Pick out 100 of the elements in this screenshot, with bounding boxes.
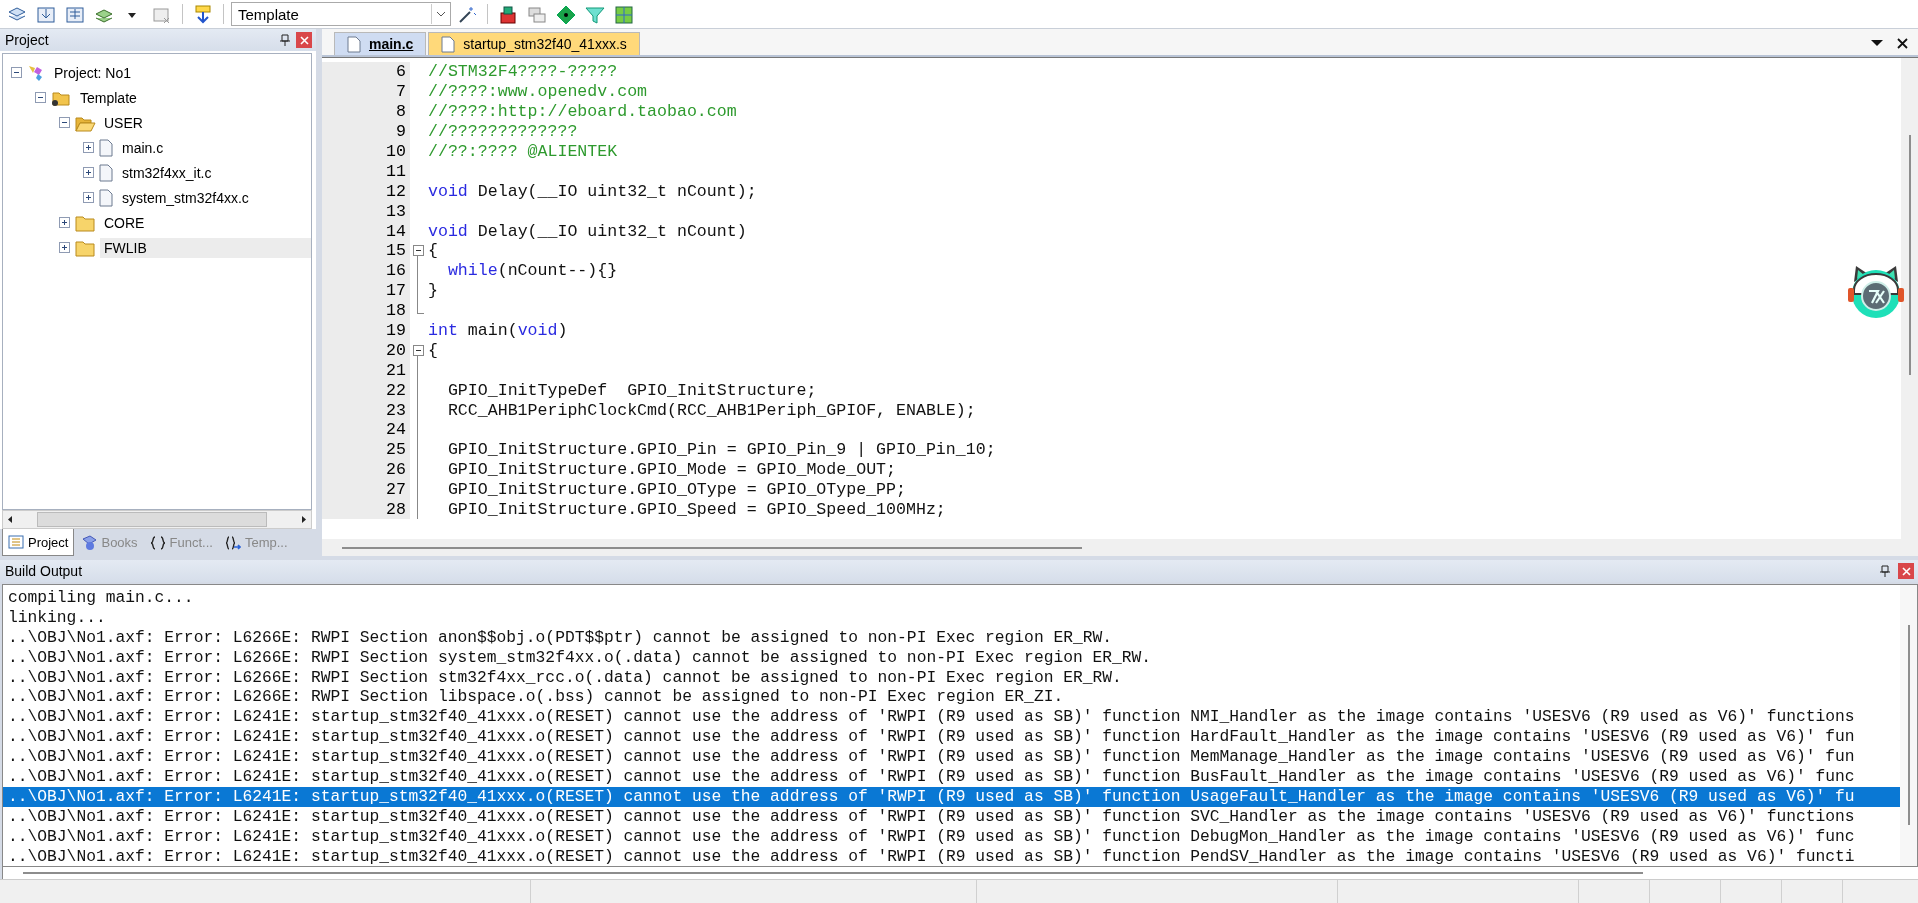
tree-item[interactable]: Project: No1 [50, 62, 138, 83]
line-number: 14 [386, 221, 406, 241]
line-number: 7 [396, 82, 406, 102]
code-line: RCC_AHB1PeriphClockCmd(RCC_AHB1Periph_GPIOF, ENABLE); [446, 400, 976, 420]
collapse-toggle[interactable] [35, 92, 46, 103]
line-number: 6 [396, 62, 406, 82]
folder-icon [74, 213, 96, 232]
code-line: void Delay(__IO uint32_t nCount) [427, 221, 747, 241]
code-line: GPIO_InitTypeDef GPIO_InitStructure; [446, 380, 817, 400]
tree-item[interactable]: stm32f4xx_it.c [118, 162, 218, 183]
code-line: { [427, 340, 438, 360]
line-number: 28 [386, 500, 406, 520]
output-line[interactable]: linking... [3, 607, 1900, 628]
scrollbar[interactable] [2, 867, 1918, 879]
line-number: 25 [386, 440, 406, 460]
pin-icon[interactable] [280, 34, 290, 46]
line-number: 15 [386, 241, 406, 261]
panel-title: Build Output [5, 563, 84, 579]
pin-icon[interactable] [1880, 565, 1890, 577]
line-number: 22 [386, 380, 406, 400]
output-line[interactable]: ..\OBJ\No1.axf: Error: L6266E: RWPI Section stm32f4xx_rcc.o(.data) cannot be assigned to non-PI Exec region ER_RW. [3, 667, 1900, 688]
line-number: 16 [386, 261, 406, 281]
collapse-toggle[interactable] [59, 117, 70, 128]
code-line: GPIO_InitStructure.GPIO_Mode = GPIO_Mode_OUT; [446, 460, 896, 480]
output-line[interactable]: ..\OBJ\No1.axf: Error: L6241E: startup_stm32f40_41xxx.o(RESET) cannot use the address of 'RWPI (R9 used as SB)' function NMI_Handler as the image contains 'USESV6 (R9 used as V6)' functions [3, 707, 1900, 728]
book-icon [81, 534, 98, 551]
scrollbar[interactable] [1901, 58, 1918, 539]
code-line: GPIO_InitStructure.GPIO_OType = GPIO_OType_PP; [446, 480, 906, 500]
scrollbar[interactable] [2, 510, 312, 529]
expand-toggle[interactable] [59, 242, 70, 253]
line-number: 10 [386, 142, 406, 161]
tree-item[interactable]: Template [76, 87, 143, 108]
tree-item[interactable]: FWLIB [100, 237, 311, 258]
line-number: 8 [396, 102, 406, 122]
file-icon [98, 188, 114, 207]
editor-tab[interactable]: startup_stm32f40_41xxx.s [428, 32, 640, 55]
output-line[interactable]: compiling main.c... [3, 588, 1900, 608]
line-number: 13 [386, 201, 406, 221]
line-number: 27 [386, 480, 406, 500]
scrollbar[interactable] [1900, 585, 1917, 866]
output-line[interactable]: ..\OBJ\No1.axf: Error: L6266E: RWPI Section system_stm32f4xx.o(.data) cannot be assigned to non-PI Exec region ER_RW. [3, 647, 1900, 668]
line-number: 12 [386, 181, 406, 201]
collapse-toggle[interactable] [11, 67, 22, 78]
line-number: 26 [386, 460, 406, 480]
target-select[interactable]: Template [231, 2, 451, 26]
tree-item[interactable]: USER [100, 112, 149, 133]
line-number: 24 [386, 420, 406, 440]
file-icon [347, 35, 361, 53]
expand-toggle[interactable] [83, 142, 94, 153]
panel-title: Project [5, 32, 50, 48]
line-number: 11 [386, 161, 406, 181]
output-line[interactable]: ..\OBJ\No1.axf: Error: L6241E: startup_stm32f40_41xxx.o(RESET) cannot use the address of 'RWPI (R9 used as SB)' function DebugMon_Handler as the image contains 'USESV6 (R9 used as V6)' func [3, 826, 1900, 847]
folder-icon [74, 238, 96, 257]
template-icon [224, 534, 241, 551]
file-icon [441, 35, 456, 53]
tree-item[interactable]: CORE [100, 212, 151, 233]
line-number: 19 [386, 321, 406, 340]
close-button[interactable] [296, 32, 312, 48]
code-line: void Delay(__IO uint32_t nCount); [427, 181, 757, 201]
file-icon [98, 163, 114, 182]
panel-tab[interactable]: Project [2, 529, 75, 556]
code-line: //??:???? @ALIENTEK [427, 142, 618, 161]
code-line: { [427, 241, 438, 261]
output-line[interactable]: ..\OBJ\No1.axf: Error: L6266E: RWPI Section anon$$obj.o(PDT$$ptr) cannot be assigned to non-PI Exec region ER_RW. [3, 627, 1900, 648]
close-button[interactable] [1898, 563, 1914, 579]
collapse-toggle[interactable] [412, 344, 424, 356]
line-number: 23 [386, 400, 406, 420]
output-line[interactable]: ..\OBJ\No1.axf: Error: L6241E: startup_stm32f40_41xxx.o(RESET) cannot use the address of 'RWPI (R9 used as SB)' function SVC_Handler as the image contains 'USESV6 (R9 used as V6)' functions [3, 806, 1900, 827]
close-icon [299, 35, 309, 45]
tree-item[interactable]: system_stm32f4xx.c [118, 187, 255, 208]
code-line: int main(void) [427, 321, 568, 340]
output-line[interactable]: ..\OBJ\No1.axf: Error: L6241E: startup_stm32f40_41xxx.o(RESET) cannot use the address of 'RWPI (R9 used as SB)' function PendSV_Handler as the image contains 'USESV6 (R9 used as V6)' functi [3, 846, 1900, 866]
code-line: //????:http://eboard.taobao.com [427, 102, 737, 122]
line-number: 17 [386, 281, 406, 301]
project-tab-icon [8, 534, 24, 550]
code-line: GPIO_InitStructure.GPIO_Speed = GPIO_Speed_100MHz; [446, 500, 946, 520]
scrollbar[interactable] [322, 539, 1918, 556]
code-line: //STM32F4????-????? [427, 62, 618, 82]
line-number: 9 [396, 122, 406, 142]
tree-item[interactable]: main.c [118, 137, 170, 158]
close-icon [1901, 566, 1911, 576]
dropdown-caret-icon[interactable] [1871, 39, 1883, 47]
output-line[interactable]: ..\OBJ\No1.axf: Error: L6241E: startup_stm32f40_41xxx.o(RESET) cannot use the address of 'RWPI (R9 used as SB)' function BusFault_Handler as the image contains 'USESV6 (R9 used as V6)' func [3, 767, 1900, 787]
output-line[interactable]: ..\OBJ\No1.axf: Error: L6241E: startup_stm32f40_41xxx.o(RESET) cannot use the address of 'RWPI (R9 used as SB)' function HardFault_Handler as the image contains 'USESV6 (R9 used as V6)' fun [3, 727, 1900, 748]
output-line[interactable]: ..\OBJ\No1.axf: Error: L6241E: startup_stm32f40_41xxx.o(RESET) cannot use the address of 'RWPI (R9 used as SB)' function MemManage_Handler as the image contains 'USESV6 (R9 used as V6)' fun [3, 747, 1900, 767]
collapse-toggle[interactable] [412, 245, 424, 257]
code-line: //????:www.openedv.com [427, 82, 648, 102]
line-number: 18 [386, 301, 406, 321]
output-line[interactable]: ..\OBJ\No1.axf: Error: L6266E: RWPI Section libspace.o(.bss) cannot be assigned to non-PI Exec region ER_ZI. [3, 687, 1900, 708]
expand-toggle[interactable] [59, 217, 70, 228]
expand-toggle[interactable] [83, 192, 94, 203]
code-line: GPIO_InitStructure.GPIO_Pin = GPIO_Pin_9 | GPIO_Pin_10; [446, 440, 996, 460]
line-number: 20 [386, 340, 406, 360]
dropdown-caret-icon[interactable] [436, 11, 446, 17]
line-number: 21 [386, 360, 406, 380]
editor-tab[interactable]: main.c [334, 32, 427, 55]
braces-icon [149, 534, 166, 551]
code-line: //????????????? [427, 122, 578, 142]
close-icon[interactable] [1897, 37, 1908, 49]
expand-toggle[interactable] [83, 167, 94, 178]
